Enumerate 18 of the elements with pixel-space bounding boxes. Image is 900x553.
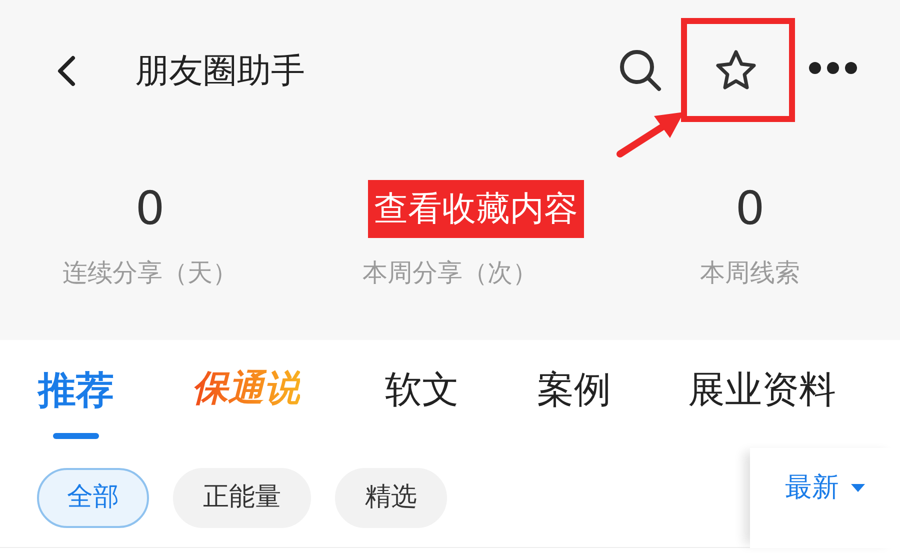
stat-value: 0 bbox=[735, 180, 765, 236]
stat-label: 本周分享（次） bbox=[362, 257, 538, 289]
annotation-label: 查看收藏内容 bbox=[368, 180, 584, 238]
filter-chip[interactable]: 全部 bbox=[37, 468, 149, 528]
page-title: 朋友圈助手 bbox=[135, 50, 305, 93]
stat-value: 0 bbox=[135, 180, 165, 236]
filter-chip[interactable]: 精选 bbox=[335, 468, 447, 528]
sort-dropdown[interactable]: 最新 bbox=[785, 468, 865, 508]
stat-label: 本周线索 bbox=[700, 257, 800, 289]
back-icon[interactable] bbox=[55, 55, 77, 87]
category-tab[interactable]: 推荐 bbox=[38, 362, 114, 439]
caret-icon bbox=[851, 484, 865, 492]
category-tab[interactable]: 软文 bbox=[385, 362, 459, 418]
category-tab[interactable]: 展业资料 bbox=[688, 362, 836, 418]
stat-label: 连续分享（天） bbox=[62, 257, 238, 289]
category-tab[interactable]: 案例 bbox=[537, 362, 611, 418]
more-icon[interactable] bbox=[808, 60, 858, 76]
filter-chip[interactable]: 正能量 bbox=[173, 468, 311, 528]
